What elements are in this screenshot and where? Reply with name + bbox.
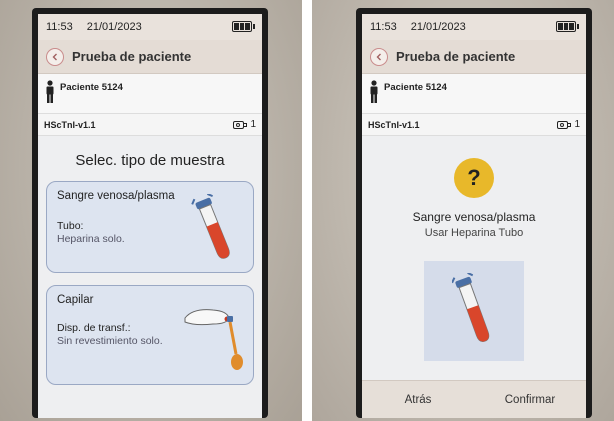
status-date: 21/01/2023 xyxy=(86,21,142,33)
device-screen: 11:53 21/01/2023 Prueba de paciente Paci… xyxy=(38,14,262,418)
assay-bar: HScTnI-v1.1 1 xyxy=(362,114,586,136)
battery-icon xyxy=(232,21,255,32)
cartridge-count-value: 1 xyxy=(574,119,580,130)
status-date: 21/01/2023 xyxy=(410,21,466,33)
option-capillary[interactable]: Capilar Disp. de transf.: Sin revestimie… xyxy=(46,285,254,385)
chevron-left-icon xyxy=(52,53,57,60)
person-icon xyxy=(370,80,378,103)
device-bezel: 11:53 21/01/2023 Prueba de paciente Paci… xyxy=(356,8,592,418)
blood-tube-icon xyxy=(452,273,490,342)
title-bar: Prueba de paciente xyxy=(362,40,586,74)
cartridge-count: 1 xyxy=(557,119,580,130)
sample-type-heading: Selec. tipo de muestra xyxy=(75,152,225,169)
page-title: Prueba de paciente xyxy=(396,49,516,64)
back-button[interactable] xyxy=(370,47,388,66)
title-bar: Prueba de paciente xyxy=(38,40,262,74)
status-time: 11:53 xyxy=(46,21,73,33)
assay-name: HScTnI-v1.1 xyxy=(44,119,96,130)
status-bar: 11:53 21/01/2023 xyxy=(38,14,262,40)
back-action-button[interactable]: Atrás xyxy=(362,381,474,418)
status-time: 11:53 xyxy=(370,21,397,33)
cartridge-count: 1 xyxy=(233,119,256,130)
option-venous-blood[interactable]: Sangre venosa/plasma Tubo: Heparina solo… xyxy=(46,181,254,273)
assay-bar: HScTnI-v1.1 1 xyxy=(38,114,262,136)
device-bezel: 11:53 21/01/2023 Prueba de paciente Paci… xyxy=(32,8,268,418)
back-button[interactable] xyxy=(46,47,64,66)
confirm-sample-name: Sangre venosa/plasma xyxy=(412,210,536,224)
cartridge-icon xyxy=(557,120,572,129)
confirm-button[interactable]: Confirmar xyxy=(474,381,586,418)
status-bar: 11:53 21/01/2023 xyxy=(362,14,586,40)
tube-illustration-panel xyxy=(424,261,524,361)
chevron-left-icon xyxy=(376,53,381,60)
patient-bar: Paciente 5124 xyxy=(38,74,262,114)
finger-pipette-icon xyxy=(184,309,243,370)
person-icon xyxy=(46,80,54,103)
assay-name: HScTnI-v1.1 xyxy=(368,119,420,130)
cartridge-count-value: 1 xyxy=(250,119,256,130)
page-title: Prueba de paciente xyxy=(72,49,192,64)
action-footer: Atrás Confirmar xyxy=(362,380,586,418)
patient-label: Paciente 5124 xyxy=(384,82,447,93)
confirm-instruction: Usar Heparina Tubo xyxy=(424,227,524,239)
blood-tube-icon xyxy=(191,194,230,259)
right-device-photo: 11:53 21/01/2023 Prueba de paciente Paci… xyxy=(312,0,614,421)
question-icon: ? xyxy=(454,158,494,198)
device-screen: 11:53 21/01/2023 Prueba de paciente Paci… xyxy=(362,14,586,418)
patient-label: Paciente 5124 xyxy=(60,82,123,93)
left-device-photo: 11:53 21/01/2023 Prueba de paciente Paci… xyxy=(0,0,302,421)
cartridge-icon xyxy=(233,120,248,129)
battery-icon xyxy=(556,21,579,32)
patient-bar: Paciente 5124 xyxy=(362,74,586,114)
